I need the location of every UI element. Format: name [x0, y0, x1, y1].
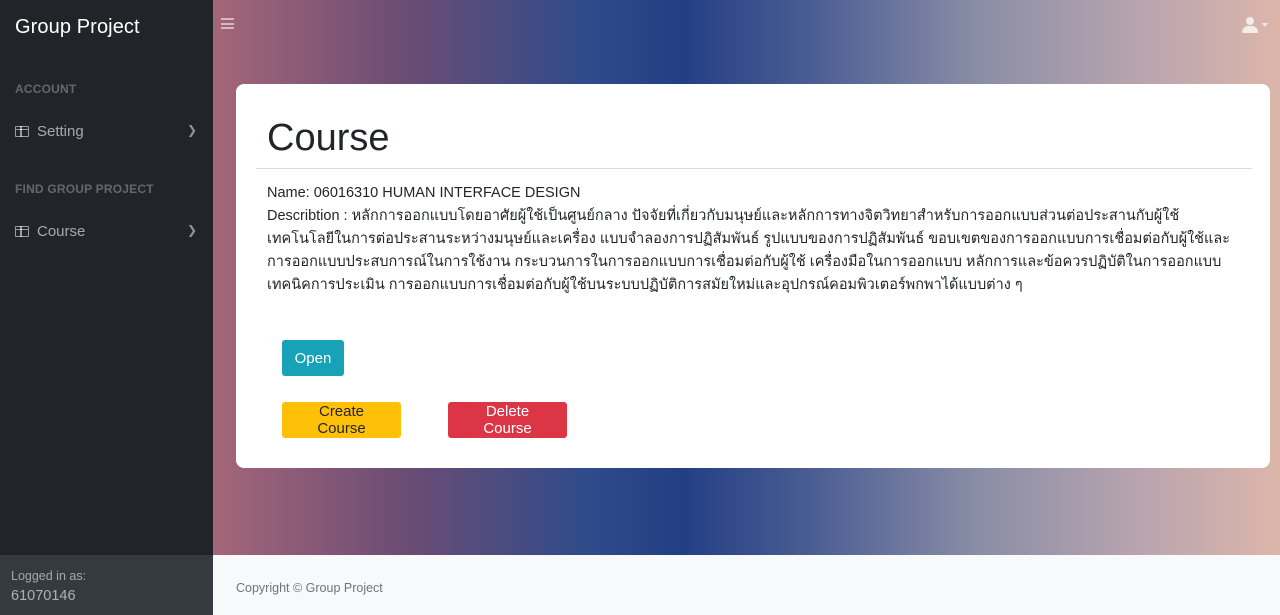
delete-course-button[interactable]: Delete Course: [448, 402, 567, 438]
divider: [256, 168, 1252, 169]
course-description: Describtion : หลักการออกแบบโดยอาศัยผู้ใช…: [267, 208, 1231, 293]
course-info: Name: 06016310 HUMAN INTERFACE DESIGN De…: [267, 182, 1242, 297]
hamburger-icon[interactable]: [221, 18, 234, 29]
sidebar-heading-account: ACCOUNT: [15, 82, 77, 96]
table-icon: [15, 225, 29, 237]
user-menu-button[interactable]: [1242, 17, 1268, 33]
table-icon: [15, 125, 29, 137]
open-button[interactable]: Open: [282, 340, 344, 376]
sidebar-item-label: Setting: [37, 122, 84, 140]
sidebar: Group Project ACCOUNT Setting ❯ FIND GRO…: [0, 0, 213, 615]
sidebar-item-course[interactable]: Course ❯: [0, 213, 213, 249]
sidebar-item-setting[interactable]: Setting ❯: [0, 113, 213, 149]
sidebar-item-label: Course: [37, 222, 86, 240]
caret-down-icon: [1262, 23, 1268, 27]
logged-in-label: Logged in as:: [11, 569, 87, 583]
sidebar-footer: Logged in as: 61070146: [0, 555, 213, 615]
course-card: Course Name: 06016310 HUMAN INTERFACE DE…: [236, 84, 1270, 468]
chevron-right-icon: ❯: [186, 123, 197, 137]
create-course-button[interactable]: Create Course: [282, 402, 401, 438]
logged-in-user: 61070146: [11, 588, 76, 604]
copyright-text: Copyright © Group Project: [236, 581, 383, 595]
chevron-right-icon: ❯: [186, 223, 197, 237]
brand-title[interactable]: Group Project: [15, 16, 140, 39]
course-name: Name: 06016310 HUMAN INTERFACE DESIGN: [267, 185, 581, 201]
page-footer: Copyright © Group Project: [213, 555, 1280, 615]
sidebar-heading-find: FIND GROUP PROJECT: [15, 182, 154, 196]
user-icon: [1242, 17, 1258, 33]
page-title: Course: [267, 117, 390, 159]
